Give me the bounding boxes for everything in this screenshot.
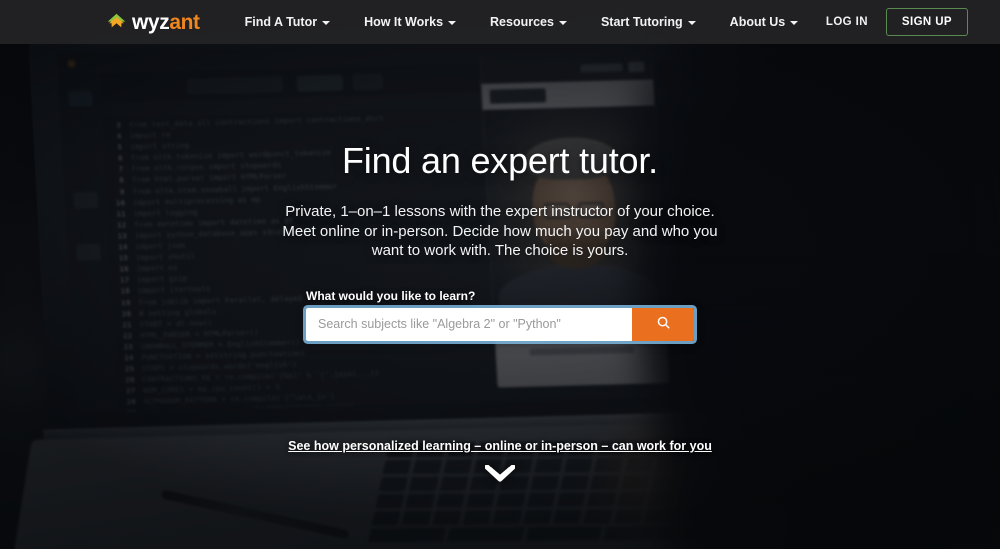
nav-item-about-us[interactable]: About Us	[713, 15, 816, 29]
nav-account-actions: LOG IN SIGN UP	[826, 8, 968, 36]
primary-nav: Find A Tutor How It Works Resources Start T…	[228, 15, 816, 29]
top-navigation-bar: wyzant Find A Tutor How It Works Resources…	[0, 0, 1000, 44]
hero-subtitle: Private, 1–on–1 lessons with the expert …	[282, 203, 718, 259]
search-icon	[656, 315, 671, 333]
nav-item-label: Find A Tutor	[244, 15, 318, 29]
hero-section: Find an expert tutor. Private, 1–on–1 le…	[0, 44, 1000, 549]
chevron-down-icon	[687, 21, 696, 25]
nav-item-start-tutoring[interactable]: Start Tutoring	[584, 15, 713, 29]
chevron-down-icon	[790, 21, 799, 25]
search-row	[306, 307, 694, 341]
chevron-down-icon	[322, 21, 331, 25]
nav-item-how-it-works[interactable]: How It Works	[347, 15, 473, 29]
logo-text-white: wyz	[132, 10, 170, 34]
subject-search: What would you like to learn?	[306, 289, 694, 341]
diamond-arrow-icon	[106, 12, 127, 33]
nav-item-label: Start Tutoring	[600, 15, 683, 29]
nav-item-resources[interactable]: Resources	[473, 15, 584, 29]
page-root: 3from text_data_all contractions import …	[0, 0, 1000, 549]
nav-item-find-a-tutor[interactable]: Find A Tutor	[228, 15, 347, 29]
nav-item-label: About Us	[729, 15, 786, 29]
search-input[interactable]	[306, 307, 632, 341]
nav-item-label: Resources	[490, 15, 554, 29]
chevron-down-icon	[448, 21, 457, 25]
search-submit-button[interactable]	[632, 307, 694, 341]
logo-wordmark: wyzant	[132, 12, 200, 33]
site-logo[interactable]: wyzant	[106, 12, 200, 33]
nav-item-label: How It Works	[364, 15, 444, 29]
login-link[interactable]: LOG IN	[826, 16, 868, 28]
page-title: Find an expert tutor.	[342, 140, 658, 181]
signup-button[interactable]: SIGN UP	[885, 8, 968, 36]
logo-text-orange: ant	[169, 10, 200, 34]
chevron-down-icon	[558, 21, 567, 25]
search-label: What would you like to learn?	[306, 288, 476, 303]
